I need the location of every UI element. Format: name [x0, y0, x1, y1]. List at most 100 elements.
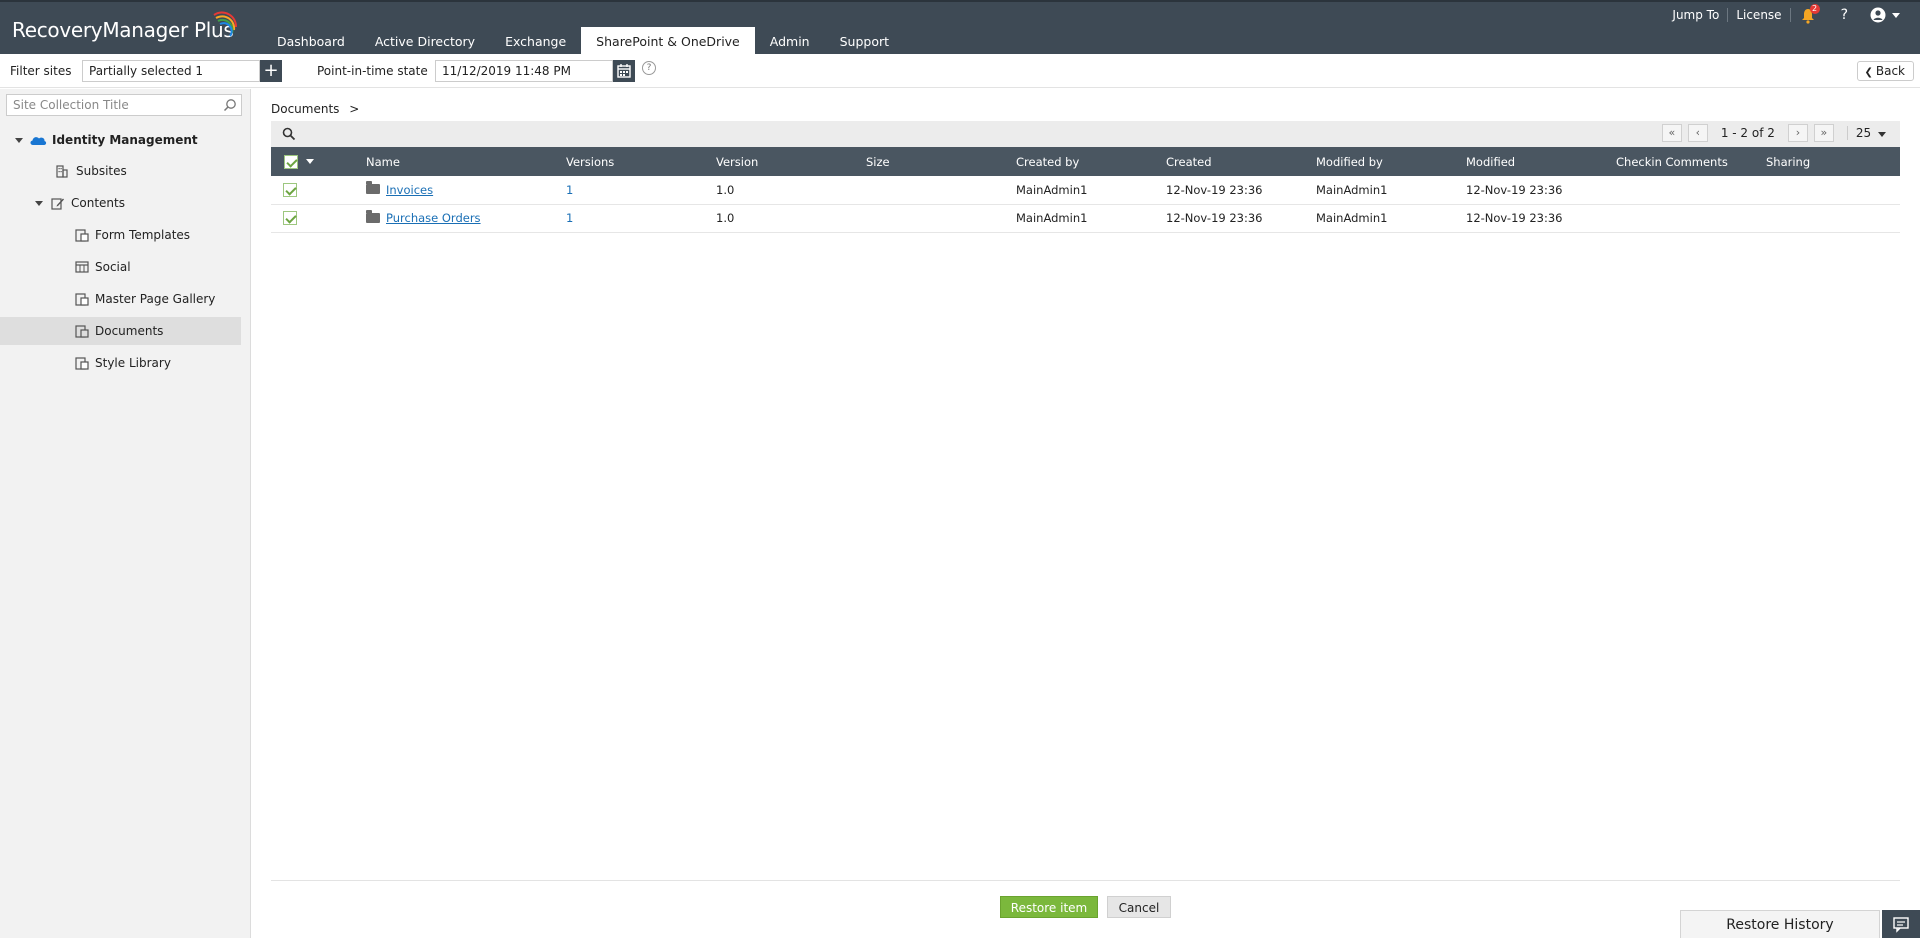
column-header-created-by[interactable]: Created by	[1016, 147, 1166, 176]
cancel-button[interactable]: Cancel	[1107, 896, 1171, 918]
created-by-cell: MainAdmin1	[1016, 211, 1088, 225]
top-right-menu: Jump To License 2 ?	[1664, 2, 1920, 28]
folder-icon	[366, 209, 380, 223]
chat-icon	[1893, 917, 1909, 933]
tree-item-label: Form Templates	[95, 228, 191, 242]
versions-link[interactable]: 1	[566, 183, 573, 197]
breadcrumb: Documents >	[271, 102, 359, 116]
filter-sites-label: Filter sites	[10, 64, 72, 78]
back-button[interactable]: ❮ Back	[1857, 61, 1914, 81]
chevron-down-icon	[1878, 132, 1886, 137]
restore-history-tab[interactable]: Restore History	[1680, 910, 1880, 938]
logo-arc-icon	[213, 11, 238, 37]
version-cell: 1.0	[716, 182, 735, 197]
tree-item-label: Documents	[95, 324, 164, 338]
point-in-time-input[interactable]: 11/12/2019 11:48 PM	[435, 60, 613, 82]
tab-active-directory[interactable]: Active Directory	[360, 27, 490, 56]
version-cell: 1.0	[716, 211, 735, 225]
column-header-name[interactable]: Name	[366, 147, 566, 176]
tree-item-style-library[interactable]: Style Library	[0, 349, 241, 377]
tree-item-label: Subsites	[76, 164, 127, 178]
column-header-versions[interactable]: Versions	[566, 147, 716, 176]
chevron-down-icon[interactable]	[35, 200, 43, 206]
search-icon[interactable]	[282, 127, 296, 141]
back-label: Back	[1875, 64, 1905, 78]
tree-item-label: Style Library	[95, 356, 171, 370]
help-circle-icon[interactable]: ?	[642, 61, 656, 75]
tree-item-form-templates[interactable]: Form Templates	[0, 221, 241, 249]
tab-support[interactable]: Support	[825, 27, 904, 56]
tree-item-social[interactable]: Social	[0, 253, 241, 281]
created-cell: 12-Nov-19 23:36	[1166, 182, 1263, 197]
tree-item-master-page-gallery[interactable]: Master Page Gallery	[0, 285, 241, 313]
chat-button[interactable]	[1882, 910, 1920, 938]
versions-link[interactable]: 1	[566, 211, 573, 225]
row-checkbox[interactable]	[283, 183, 297, 197]
breadcrumb-documents[interactable]: Documents	[271, 102, 339, 116]
search-icon[interactable]	[223, 98, 237, 112]
tree-root-identity-management[interactable]: Identity Management	[0, 126, 241, 154]
edit-document-icon	[51, 197, 64, 210]
tree-item-contents[interactable]: Contents	[0, 189, 241, 217]
notification-bell-icon[interactable]: 2	[1797, 4, 1821, 24]
last-page-button[interactable]: »	[1813, 124, 1834, 142]
column-header-checkin-comments[interactable]: Checkin Comments	[1616, 147, 1766, 176]
library-icon	[75, 292, 89, 306]
column-header-sharing[interactable]: Sharing	[1766, 147, 1900, 176]
column-header-modified-by[interactable]: Modified by	[1316, 147, 1466, 176]
item-name-link[interactable]: Purchase Orders	[386, 211, 481, 225]
calendar-icon	[617, 64, 631, 78]
license-link[interactable]: License	[1728, 8, 1789, 22]
column-header-modified[interactable]: Modified	[1466, 147, 1616, 176]
size-cell	[866, 204, 1016, 232]
next-page-button[interactable]: ›	[1787, 124, 1808, 142]
chevron-down-icon[interactable]	[15, 137, 23, 143]
notification-count-badge: 2	[1809, 4, 1820, 14]
filter-bar: Filter sites Partially selected 1 + Poin…	[0, 54, 1920, 88]
select-all-checkbox[interactable]	[284, 154, 298, 169]
list-table-icon	[75, 261, 89, 273]
row-checkbox[interactable]	[283, 211, 297, 226]
column-header-version[interactable]: Version	[716, 147, 866, 176]
help-icon[interactable]: ?	[1827, 7, 1862, 23]
tab-admin[interactable]: Admin	[755, 27, 825, 56]
restore-item-button[interactable]: Restore item	[1000, 896, 1098, 918]
chevron-left-icon: ❮	[1864, 67, 1873, 78]
chevron-down-icon[interactable]	[305, 159, 314, 165]
grid-toolbar: « ‹ 1 - 2 of 2 › » 25	[271, 121, 1900, 147]
user-menu[interactable]	[1862, 7, 1920, 23]
top-navigation-bar: RecoveryManager Plus Dashboard Active Di…	[0, 0, 1920, 56]
jump-to-link[interactable]: Jump To	[1664, 8, 1727, 22]
main-nav-tabs: Dashboard Active Directory Exchange Shar…	[262, 27, 904, 56]
user-avatar-icon	[1870, 7, 1886, 23]
tree-item-subsites[interactable]: Subsites	[0, 157, 241, 185]
tab-dashboard[interactable]: Dashboard	[262, 27, 360, 56]
tree-item-label: Master Page Gallery	[95, 292, 216, 306]
page-info: 1 - 2 of 2	[1720, 126, 1775, 140]
column-header-size[interactable]: Size	[866, 147, 1016, 176]
modified-by-cell: MainAdmin1	[1316, 211, 1388, 225]
breadcrumb-separator: >	[349, 102, 360, 116]
filter-sites-select[interactable]: Partially selected 1	[82, 60, 260, 82]
site-collection-search-input[interactable]: Site Collection Title	[6, 94, 242, 116]
add-site-filter-button[interactable]: +	[260, 60, 282, 82]
tree-item-documents[interactable]: Documents	[0, 317, 241, 345]
footer-divider	[271, 880, 1900, 881]
chevron-down-icon	[1892, 12, 1900, 18]
column-header-created[interactable]: Created	[1166, 147, 1316, 176]
search-placeholder: Site Collection Title	[13, 98, 129, 112]
calendar-button[interactable]	[613, 60, 635, 82]
library-icon	[75, 228, 89, 242]
select-all-header[interactable]	[271, 147, 366, 176]
tab-sharepoint-onedrive[interactable]: SharePoint & OneDrive	[581, 27, 755, 56]
onedrive-cloud-icon	[30, 137, 47, 145]
item-name-link[interactable]: Invoices	[386, 183, 433, 197]
building-icon	[56, 164, 68, 178]
prev-page-button[interactable]: ‹	[1687, 124, 1708, 142]
table-header-row: Name Versions Version Size Created by Cr…	[271, 147, 1900, 176]
first-page-button[interactable]: «	[1661, 124, 1682, 142]
page-size-select[interactable]: 25	[1846, 126, 1900, 140]
tab-exchange[interactable]: Exchange	[490, 27, 581, 56]
tree-item-label: Contents	[71, 196, 125, 210]
created-cell: 12-Nov-19 23:36	[1166, 211, 1263, 225]
